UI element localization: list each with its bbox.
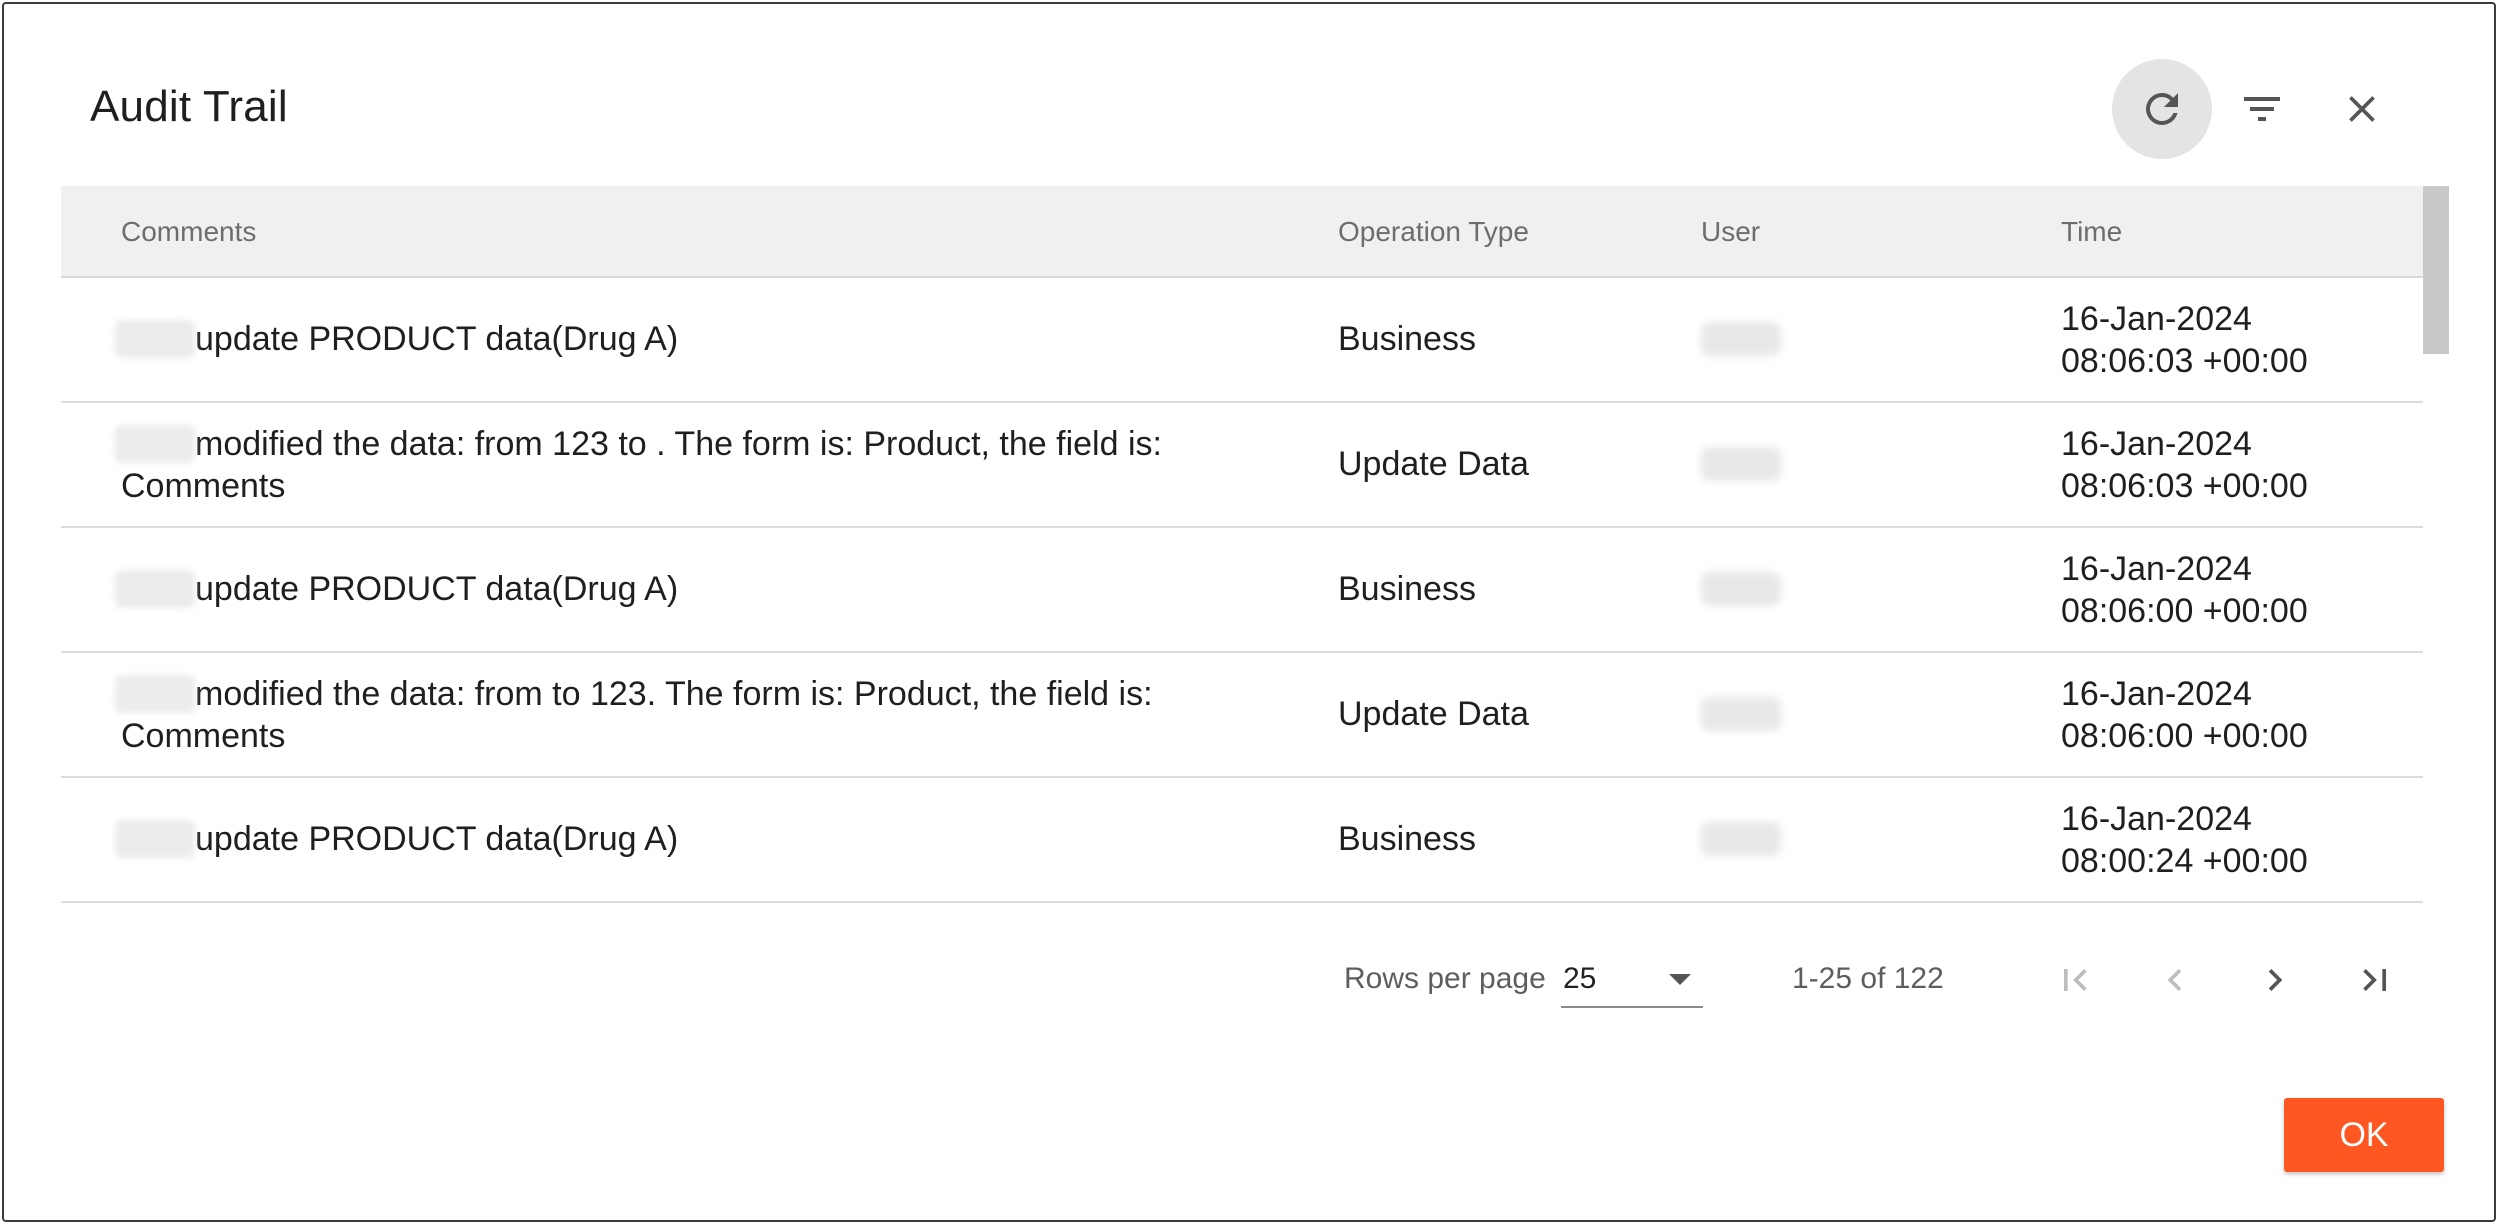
redacted-user-name: [115, 320, 195, 358]
time-date: 16-Jan-2024: [2061, 550, 2252, 588]
chevron-right-icon: [2268, 969, 2283, 991]
refresh-icon: [2146, 92, 2178, 125]
time-clock: 08:06:03 +00:00: [2061, 467, 2308, 505]
time-cell: 16-Jan-2024 08:06:00 +00:00: [2061, 548, 2308, 632]
redacted-user-name: [115, 675, 195, 713]
comment-cell: update PRODUCT data(Drug A): [115, 818, 1241, 860]
column-header-user[interactable]: User: [1701, 216, 1760, 248]
time-clock: 08:06:00 +00:00: [2061, 592, 2308, 630]
close-button[interactable]: [2312, 59, 2412, 159]
time-clock: 08:06:00 +00:00: [2061, 717, 2308, 755]
filter-button[interactable]: [2212, 59, 2312, 159]
time-date: 16-Jan-2024: [2061, 425, 2252, 463]
comment-cell: modified the data: from to 123. The form…: [115, 673, 1241, 757]
refresh-button[interactable]: [2112, 59, 2212, 159]
operation-type-cell: Business: [1338, 570, 1476, 608]
table-row[interactable]: update PRODUCT data(Drug A) Business 16-…: [61, 778, 2423, 903]
user-cell: [1701, 322, 1781, 366]
chevron-left-icon: [2167, 969, 2182, 991]
redacted-user: [1701, 572, 1781, 606]
last-page-icon: [2363, 969, 2386, 991]
table-header: Comments Operation Type User Time: [61, 186, 2423, 278]
ok-button[interactable]: OK: [2284, 1098, 2444, 1172]
time-clock: 08:00:24 +00:00: [2061, 842, 2308, 880]
comment-text: modified the data: from 123 to . The for…: [121, 425, 1162, 505]
user-cell: [1701, 697, 1781, 741]
user-cell: [1701, 572, 1781, 616]
redacted-user: [1701, 322, 1781, 356]
user-cell: [1701, 822, 1781, 866]
comment-cell: modified the data: from 123 to . The for…: [115, 423, 1241, 507]
audit-table: Comments Operation Type User Time update…: [61, 186, 2423, 906]
time-date: 16-Jan-2024: [2061, 675, 2252, 713]
redacted-user-name: [115, 570, 195, 608]
audit-trail-dialog: Audit Trail Comments Operation Type User…: [2, 2, 2496, 1222]
chevron-down-icon: [1669, 974, 1691, 985]
page-range-text: 1-25 of 122: [1792, 962, 1944, 995]
rows-per-page-label: Rows per page: [1344, 962, 1546, 995]
rows-per-page-value: 25: [1563, 962, 1597, 995]
user-cell: [1701, 447, 1781, 491]
operation-type-cell: Business: [1338, 320, 1476, 358]
table-row[interactable]: update PRODUCT data(Drug A) Business 16-…: [61, 528, 2423, 653]
close-icon: [2349, 96, 2375, 122]
table-row[interactable]: modified the data: from 123 to . The for…: [61, 403, 2423, 528]
redacted-user-name: [115, 425, 195, 463]
redacted-user-name: [115, 820, 195, 858]
comment-cell: update PRODUCT data(Drug A): [115, 568, 1241, 610]
redacted-user: [1701, 697, 1781, 731]
operation-type-cell: Update Data: [1338, 695, 1529, 733]
time-date: 16-Jan-2024: [2061, 300, 2252, 338]
time-cell: 16-Jan-2024 08:06:00 +00:00: [2061, 673, 2308, 757]
time-cell: 16-Jan-2024 08:06:03 +00:00: [2061, 423, 2308, 507]
operation-type-cell: Business: [1338, 820, 1476, 858]
column-header-time[interactable]: Time: [2061, 216, 2122, 248]
next-page-button[interactable]: [2240, 950, 2310, 1010]
table-row[interactable]: update PRODUCT data(Drug A) Business 16-…: [61, 278, 2423, 403]
first-page-icon: [2064, 969, 2087, 991]
time-date: 16-Jan-2024: [2061, 800, 2252, 838]
last-page-button[interactable]: [2340, 950, 2410, 1010]
filter-icon: [2244, 97, 2280, 121]
first-page-button[interactable]: [2040, 950, 2110, 1010]
time-clock: 08:06:03 +00:00: [2061, 342, 2308, 380]
comment-text: modified the data: from to 123. The form…: [121, 675, 1153, 755]
rows-per-page-select[interactable]: 25: [1561, 952, 1703, 1008]
redacted-user: [1701, 822, 1781, 856]
dialog-title: Audit Trail: [90, 82, 288, 131]
previous-page-button[interactable]: [2140, 950, 2210, 1010]
operation-type-cell: Update Data: [1338, 445, 1529, 483]
column-header-comments[interactable]: Comments: [121, 216, 256, 248]
comment-cell: update PRODUCT data(Drug A): [115, 318, 1241, 360]
column-header-operation-type[interactable]: Operation Type: [1338, 216, 1529, 248]
time-cell: 16-Jan-2024 08:06:03 +00:00: [2061, 298, 2308, 382]
time-cell: 16-Jan-2024 08:00:24 +00:00: [2061, 798, 2308, 882]
redacted-user: [1701, 447, 1781, 481]
scrollbar-thumb[interactable]: [2423, 186, 2449, 354]
table-row[interactable]: modified the data: from to 123. The form…: [61, 653, 2423, 778]
comment-text: update PRODUCT data(Drug A): [195, 320, 679, 358]
comment-text: update PRODUCT data(Drug A): [195, 820, 679, 858]
comment-text: update PRODUCT data(Drug A): [195, 570, 679, 608]
